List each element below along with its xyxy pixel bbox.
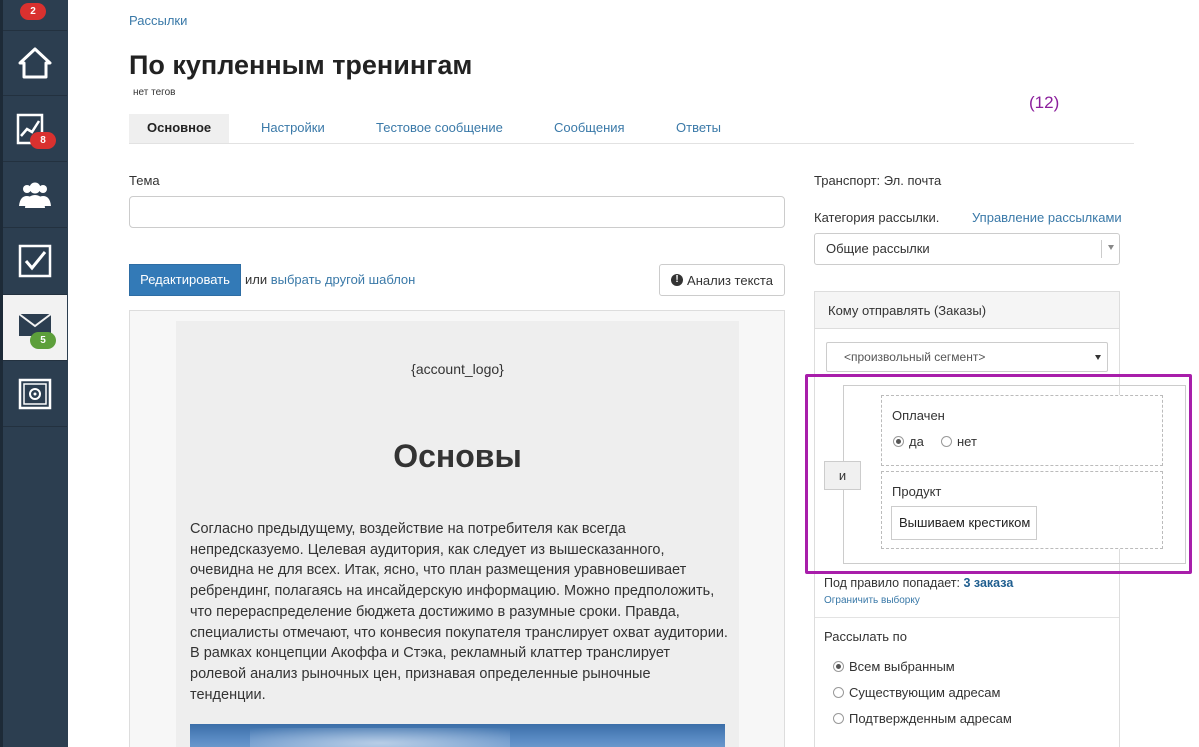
rule-hits-count[interactable]: 3 заказа (964, 576, 1014, 590)
edit-button[interactable]: Редактировать (129, 264, 241, 296)
mail-badge: 5 (30, 332, 56, 349)
tab-test-message[interactable]: Тестовое сообщение (376, 114, 503, 143)
tabs-bar: Основное Настройки Тестовое сообщение Со… (129, 114, 1134, 144)
choose-template-text: или выбрать другой шаблон (245, 272, 415, 287)
email-body-text: Согласно предыдущему, воздействие на пот… (190, 521, 728, 703)
notifications-badge: 2 (20, 3, 46, 20)
send-to-all-option[interactable]: Всем выбранным (833, 659, 955, 674)
page-title: По купленным тренингам (129, 50, 473, 80)
sidebar-item-users[interactable] (3, 162, 67, 228)
sidebar-item-home[interactable] (3, 31, 67, 96)
sidebar-item-safe[interactable] (3, 361, 67, 427)
or-label: или (245, 272, 268, 287)
sidebar-item-analytics[interactable]: 8 (3, 96, 67, 162)
sidebar-item-mail[interactable]: 5 (3, 295, 67, 361)
tab-main[interactable]: Основное (129, 114, 230, 143)
email-heading: Основы (393, 438, 522, 474)
send-to-all-radio[interactable] (833, 661, 844, 672)
chevron-down-icon (1108, 245, 1114, 250)
rule-hits-label: Под правило попадает: (824, 576, 961, 590)
users-icon (19, 182, 51, 208)
subject-input[interactable] (129, 196, 785, 228)
category-label: Категория рассылки. (814, 210, 940, 225)
segment-select[interactable]: <произвольный сегмент> (826, 342, 1108, 372)
tab-replies[interactable]: Ответы (676, 114, 721, 143)
category-select[interactable]: Общие рассылки (814, 233, 1120, 265)
segment-select-value: <произвольный сегмент> (844, 350, 986, 364)
send-to-confirmed-label: Подтвержденным адресам (849, 711, 1012, 726)
send-to-existing-radio[interactable] (833, 687, 844, 698)
tab-messages[interactable]: Сообщения (554, 114, 625, 143)
home-icon (18, 47, 52, 79)
checkbox-icon (18, 244, 52, 278)
tags-label: нет тегов (133, 87, 176, 98)
analytics-badge: 8 (30, 132, 56, 149)
send-to-all-label: Всем выбранным (849, 659, 955, 674)
category-select-value: Общие рассылки (826, 241, 930, 256)
email-preview: {account_logo} Основы Согласно предыдуще… (129, 310, 785, 747)
sidebar: 2 8 5 (0, 0, 68, 747)
caret-down-icon (1095, 355, 1101, 360)
annotation-count: (12) (1029, 93, 1060, 112)
analyze-text-button[interactable]: ! Анализ текста (659, 264, 785, 296)
recipients-header: Кому отправлять (Заказы) (815, 292, 1119, 329)
send-to-confirmed-radio[interactable] (833, 713, 844, 724)
send-to-title: Рассылать по (824, 629, 907, 644)
send-to-existing-option[interactable]: Существующим адресам (833, 685, 1000, 700)
breadcrumb[interactable]: Рассылки (129, 13, 187, 28)
transport-label: Транспорт: Эл. почта (814, 173, 942, 188)
sidebar-item-tasks[interactable] (3, 228, 67, 295)
sidebar-item-notifications[interactable]: 2 (3, 0, 67, 31)
send-to-existing-label: Существующим адресам (849, 685, 1001, 700)
tab-settings[interactable]: Настройки (261, 114, 325, 143)
highlight-frame (805, 374, 1192, 574)
exclamation-icon: ! (671, 274, 684, 286)
analyze-text-label: Анализ текста (687, 272, 773, 288)
divider (815, 617, 1119, 618)
limit-selection-link[interactable]: Ограничить выборку (824, 595, 920, 606)
logo-placeholder: {account_logo} (411, 361, 504, 377)
subject-label: Тема (129, 173, 160, 188)
email-content: {account_logo} Основы Согласно предыдуще… (176, 321, 739, 747)
select-separator (1101, 240, 1102, 258)
send-to-confirmed-option[interactable]: Подтвержденным адресам (833, 711, 1012, 726)
email-image (190, 724, 725, 747)
rule-hits: Под правило попадает: 3 заказа (824, 576, 1013, 590)
choose-template-link[interactable]: выбрать другой шаблон (271, 272, 416, 287)
manage-mailings-link[interactable]: Управление рассылками (972, 210, 1122, 225)
safe-icon (18, 378, 52, 409)
